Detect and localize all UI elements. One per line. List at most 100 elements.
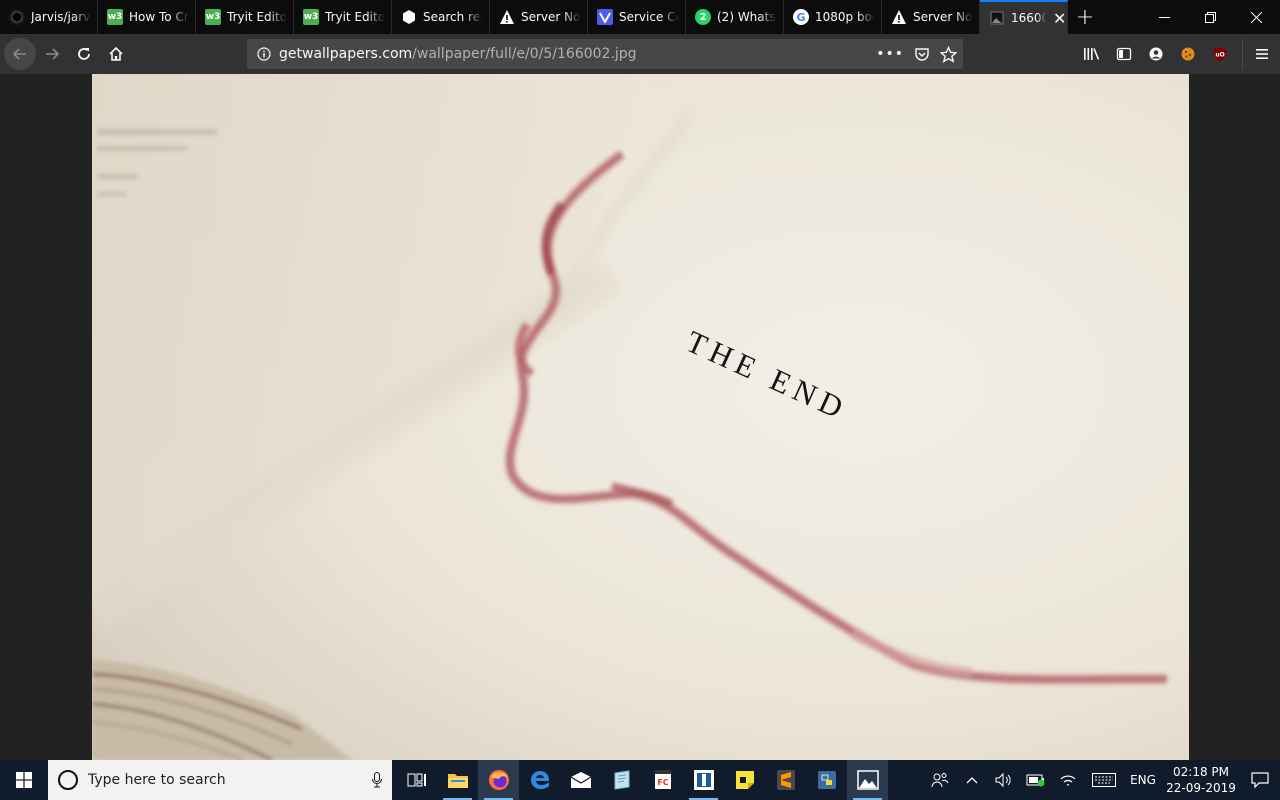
tab-search-results[interactable]: Search res [392, 0, 490, 34]
action-center-button[interactable] [1240, 760, 1280, 800]
restore-button[interactable] [1187, 0, 1233, 34]
clock-time: 02:18 PM [1173, 765, 1229, 779]
w3schools-icon: w3 [107, 9, 123, 25]
mail-button[interactable] [560, 760, 601, 800]
wallpaper-image: THE END [92, 74, 1189, 760]
extension-cookie-button[interactable] [1172, 38, 1204, 70]
new-tab-button[interactable]: + [1068, 0, 1102, 34]
whatsapp-icon: 2 [695, 9, 711, 25]
hamburger-menu-icon [1255, 49, 1268, 59]
cookie-icon [1181, 47, 1195, 61]
code-editor-button[interactable] [683, 760, 724, 800]
github-icon [9, 9, 25, 25]
system-tray: ENG 02:18 PM 22-09-2019 [924, 760, 1280, 800]
close-window-button[interactable] [1233, 0, 1279, 34]
v-logo-icon [597, 9, 613, 25]
tab-tryit-1[interactable]: w3 Tryit Editor [196, 0, 294, 34]
code-editor-icon [693, 770, 714, 790]
bookmark-star-icon[interactable] [940, 45, 957, 63]
reload-icon [78, 48, 90, 60]
close-tab-icon[interactable]: ✕ [1053, 9, 1066, 28]
tab-strip: Jarvis/jarvis w3 How To Cr w3 Tryit Edit… [0, 0, 1280, 34]
notepad-icon [614, 770, 629, 790]
forward-button[interactable] [36, 38, 68, 70]
clock[interactable]: 02:18 PM 22-09-2019 [1162, 764, 1240, 796]
python-icon [817, 771, 836, 789]
minimize-button[interactable] [1141, 0, 1187, 34]
battery-button[interactable] [1020, 760, 1052, 800]
python-button[interactable] [806, 760, 847, 800]
pocket-icon[interactable] [914, 46, 930, 62]
edge-button[interactable] [519, 760, 560, 800]
tab-google-search[interactable]: G 1080p boo [784, 0, 882, 34]
url-path: /wallpaper/full/e/0/5/166002.jpg [412, 46, 637, 62]
firefox-icon [488, 770, 509, 790]
google-icon: G [793, 9, 809, 25]
windows-taskbar: Type here to search FC ENG 02:18 PM 22-0… [0, 760, 1280, 800]
svg-text:FC: FC [657, 778, 668, 787]
home-button[interactable] [100, 38, 132, 70]
url-bar[interactable]: getwallpapers.com/wallpaper/full/e/0/5/1… [247, 39, 963, 69]
photos-button[interactable] [847, 760, 888, 800]
sticky-notes-button[interactable] [724, 760, 765, 800]
svg-text:uO: uO [1215, 52, 1224, 59]
tab-title: (2) WhatsA [717, 10, 777, 24]
navigation-toolbar: getwallpapers.com/wallpaper/full/e/0/5/1… [0, 34, 1280, 74]
tab-github[interactable]: Jarvis/jarvis [0, 0, 98, 34]
ublock-shield-icon: uO [1214, 47, 1226, 61]
firefox-button[interactable] [478, 760, 519, 800]
clapper-icon: FC [654, 770, 671, 789]
show-hidden-icons-button[interactable] [956, 760, 988, 800]
folder-icon [447, 774, 468, 788]
media-app-button[interactable]: FC [642, 760, 683, 800]
tab-tryit-2[interactable]: w3 Tryit Editor [294, 0, 392, 34]
sidebar-button[interactable] [1108, 38, 1140, 70]
taskbar-search-box[interactable]: Type here to search [48, 760, 392, 800]
library-icon [1084, 48, 1100, 60]
touch-keyboard-button[interactable] [1084, 760, 1124, 800]
tab-title: Tryit Editor [227, 10, 287, 24]
mail-icon [570, 772, 591, 788]
edge-icon [530, 771, 549, 789]
site-info-icon[interactable] [257, 47, 271, 61]
task-view-button[interactable] [396, 760, 437, 800]
page-actions-icon[interactable]: ••• [876, 46, 904, 62]
network-button[interactable] [1052, 760, 1084, 800]
tab-active-image[interactable]: 166002.jpg ✕ [980, 0, 1068, 34]
notes-app-button[interactable] [601, 760, 642, 800]
page-content: THE END [0, 74, 1280, 760]
search-placeholder: Type here to search [88, 772, 226, 788]
volume-button[interactable] [988, 760, 1020, 800]
home-icon [109, 46, 123, 61]
sticky-note-icon [735, 771, 754, 789]
sublime-text-icon [776, 770, 795, 790]
library-button[interactable] [1076, 38, 1108, 70]
menu-button[interactable] [1242, 38, 1280, 70]
start-button[interactable] [0, 760, 48, 800]
w3schools-icon: w3 [303, 9, 319, 25]
ublock-button[interactable]: uO [1204, 38, 1236, 70]
reload-button[interactable] [68, 38, 100, 70]
tab-service-center[interactable]: Service Ce [588, 0, 686, 34]
tab-server-not-found-1[interactable]: Server Not [490, 0, 588, 34]
tab-title: How To Cr [129, 10, 189, 24]
tab-title: 1080p boo [815, 10, 875, 24]
image-icon [989, 10, 1005, 26]
account-button[interactable] [1140, 38, 1172, 70]
tab-server-not-found-2[interactable]: Server Not [882, 0, 980, 34]
sublime-text-button[interactable] [765, 760, 806, 800]
tab-how-to[interactable]: w3 How To Cr [98, 0, 196, 34]
url-host: getwallpapers.com [279, 46, 413, 62]
people-icon [931, 773, 949, 788]
microphone-icon[interactable] [362, 772, 392, 788]
task-view-icon [407, 773, 426, 787]
account-icon [1149, 47, 1163, 61]
back-button[interactable] [4, 38, 36, 70]
file-explorer-button[interactable] [437, 760, 478, 800]
cortana-icon [58, 770, 78, 790]
tab-whatsapp[interactable]: 2 (2) WhatsA [686, 0, 784, 34]
people-button[interactable] [924, 760, 956, 800]
input-language-indicator[interactable]: ENG [1124, 760, 1162, 800]
tab-title: Search res [423, 10, 483, 24]
w3schools-icon: w3 [205, 9, 221, 25]
